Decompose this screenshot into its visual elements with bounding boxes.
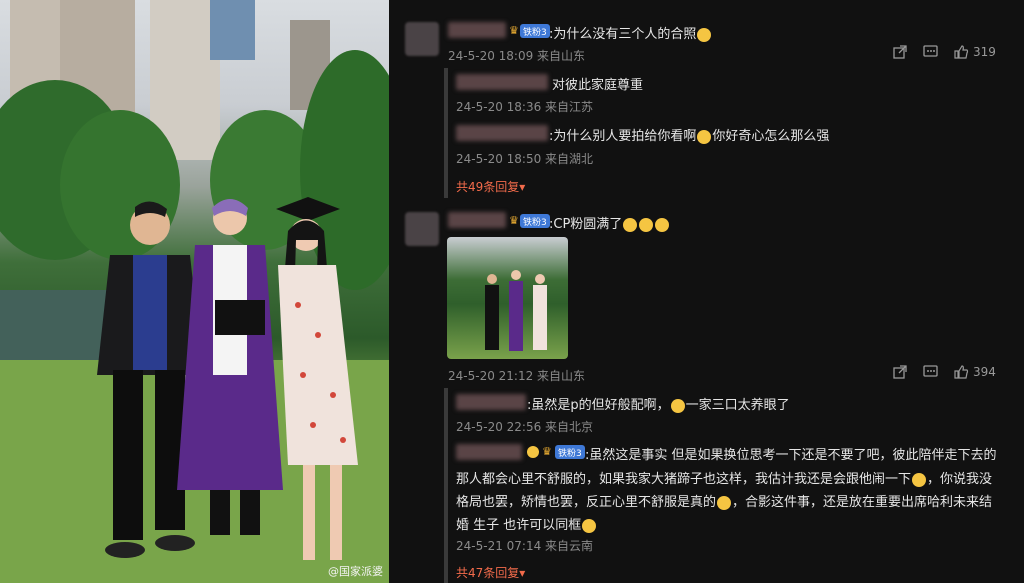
comment-button[interactable] bbox=[923, 45, 938, 59]
comment-icon bbox=[923, 45, 938, 57]
reply-text-line2: 那人都会心里不舒服的，如果我家大猪蹄子也这样，我估计我还是会跟他闹一下 ，你说我没 bbox=[456, 468, 992, 487]
reply-text: :虽然是p的但好般配啊， 一家三口太养眼了 bbox=[527, 394, 790, 413]
attached-image-people bbox=[485, 270, 547, 351]
share-button[interactable] bbox=[893, 365, 907, 379]
reply-username-blurred[interactable] bbox=[456, 444, 522, 460]
username-blurred[interactable] bbox=[448, 22, 506, 38]
reply-text-part2: 一家三口太养眼了 bbox=[685, 398, 790, 413]
more-replies-link[interactable]: 共47条回复▾ bbox=[456, 564, 525, 581]
reply-username-blurred[interactable] bbox=[456, 125, 548, 141]
crown-icon: ♛ bbox=[542, 445, 552, 458]
reply-text-line3: 格局也罢，矫情也罢，反正心里不舒服是真的 ，合影这件事，还是放在重要出席哈利未来结 bbox=[456, 491, 992, 510]
reply-divider bbox=[444, 388, 448, 583]
comment-text-content: :CP粉圆满了 bbox=[549, 217, 623, 232]
comment-text: :CP粉圆满了 bbox=[549, 213, 670, 232]
woman-in-floral-dress bbox=[276, 197, 358, 560]
comment-actions: 394 bbox=[893, 365, 996, 379]
reply-meta: 24-5-20 18:36 来自江苏 bbox=[456, 100, 594, 114]
reply-text-line3-part1: 格局也罢，矫情也罢，反正心里不舒服是真的 bbox=[456, 495, 717, 510]
reply-text-line3-part2: ，合影这件事，还是放在重要出席哈利未来结 bbox=[732, 495, 993, 510]
like-count: 319 bbox=[973, 45, 996, 59]
share-button[interactable] bbox=[893, 45, 907, 59]
fan-badge: 铁粉3 bbox=[520, 24, 550, 38]
comment-icon bbox=[923, 365, 938, 377]
like-count: 394 bbox=[973, 365, 996, 379]
grin-emoji-icon bbox=[912, 472, 927, 487]
fan-badge: 铁粉3 bbox=[520, 214, 550, 228]
smile-emoji-icon bbox=[527, 446, 539, 458]
comment-text: :为什么没有三个人的合照 bbox=[549, 23, 712, 42]
crying-emoji-icon bbox=[623, 217, 638, 232]
comment-meta: 24-5-20 18:09 来自山东 bbox=[448, 49, 586, 63]
photo-watermark: @国家派婆 bbox=[328, 565, 383, 578]
share-icon bbox=[893, 45, 907, 59]
attached-image[interactable] bbox=[447, 237, 568, 359]
like-button[interactable]: 319 bbox=[954, 45, 996, 59]
thumbs-up-icon bbox=[954, 365, 969, 379]
fan-badge: 铁粉3 bbox=[555, 445, 585, 459]
avatar[interactable] bbox=[405, 212, 439, 246]
love-emoji-icon bbox=[582, 518, 597, 533]
reply-text-part1: :虽然是p的但好般配啊， bbox=[527, 398, 670, 413]
avatar[interactable] bbox=[405, 22, 439, 56]
laugh-emoji-icon bbox=[697, 129, 712, 144]
reply-divider bbox=[444, 68, 448, 198]
reply-meta: 24-5-20 18:50 来自湖北 bbox=[456, 152, 594, 166]
building bbox=[210, 0, 255, 60]
reply-text-line2-part2: ，你说我没 bbox=[927, 472, 993, 487]
reply-meta: 24-5-21 07:14 来自云南 bbox=[456, 539, 594, 553]
crying-emoji-icon bbox=[639, 217, 654, 232]
crying-emoji-icon bbox=[655, 217, 670, 232]
reply-text-part2: 你好奇心怎么那么强 bbox=[712, 129, 830, 144]
crying-emoji-icon bbox=[697, 27, 712, 42]
thumbs-up-icon bbox=[954, 45, 969, 59]
reply-text-line4-part1: 婚 生子 也许可以同框 bbox=[456, 518, 582, 533]
like-button[interactable]: 394 bbox=[954, 365, 996, 379]
reply-username-blurred[interactable] bbox=[456, 394, 526, 410]
comment-text-content: :为什么没有三个人的合照 bbox=[549, 27, 697, 42]
reply-text-part1: :为什么别人要拍给你看啊 bbox=[549, 129, 697, 144]
family-emoji-icon bbox=[670, 398, 685, 413]
reply-meta: 24-5-20 22:56 来自北京 bbox=[456, 420, 594, 434]
more-replies-link[interactable]: 共49条回复▾ bbox=[456, 178, 525, 195]
wedding-photo: @国家派婆 bbox=[0, 0, 389, 583]
grin-emoji-icon bbox=[717, 495, 732, 510]
comment-actions: 319 bbox=[893, 45, 996, 59]
reply-text: :为什么别人要拍给你看啊 你好奇心怎么那么强 bbox=[549, 125, 829, 144]
reply-username-blurred[interactable] bbox=[456, 74, 548, 90]
comment-meta: 24-5-20 21:12 来自山东 bbox=[448, 369, 586, 383]
share-icon bbox=[893, 365, 907, 379]
reply-text-line1: :虽然这是事实 但是如果换位思考一下还是不要了吧，彼此陪伴走下去的 bbox=[585, 448, 997, 463]
reply-text-line4: 婚 生子 也许可以同框 bbox=[456, 514, 597, 533]
reply-text-line2-part1: 那人都会心里不舒服的，如果我家大猪蹄子也这样，我估计我还是会跟他闹一下 bbox=[456, 472, 912, 487]
username-blurred[interactable] bbox=[448, 212, 506, 228]
comment-button[interactable] bbox=[923, 365, 938, 379]
reply-text: 对彼此家庭尊重 bbox=[552, 78, 644, 93]
